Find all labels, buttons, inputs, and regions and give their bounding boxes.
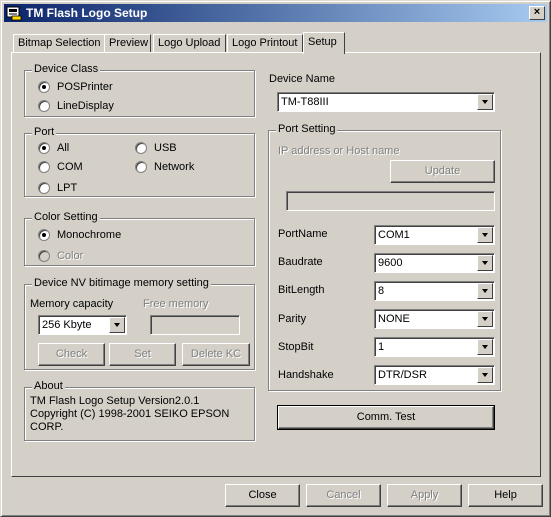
comm-test-button[interactable]: Comm. Test (277, 405, 495, 430)
apply-button[interactable]: Apply (387, 484, 462, 507)
free-memory-label: Free memory (143, 298, 209, 310)
chevron-down-icon[interactable] (477, 255, 493, 271)
tab-logo-printout[interactable]: Logo Printout (227, 34, 303, 53)
portname-label: PortName (278, 228, 328, 240)
about-group: About TM Flash Logo Setup Version2.0.1 C… (24, 380, 255, 441)
radio-port-lpt[interactable] (38, 182, 50, 194)
port-title: Port (32, 126, 57, 138)
radio-port-com[interactable] (38, 161, 50, 173)
portname-value: COM1 (378, 229, 410, 241)
memory-capacity-select[interactable]: 256 Kbyte (38, 315, 127, 335)
chevron-down-icon[interactable] (477, 311, 493, 327)
port-setting-group: Port Setting IP address or Host name Upd… (268, 123, 501, 391)
set-button[interactable]: Set (109, 343, 176, 366)
tab-label: Logo Upload (158, 37, 221, 49)
tab-label: Setup (308, 36, 337, 48)
radio-port-all[interactable] (38, 142, 50, 154)
delete-kc-button[interactable]: Delete KC (182, 343, 250, 366)
chevron-down-icon[interactable] (477, 283, 493, 299)
free-memory-field (150, 315, 240, 335)
about-line-2: Copyright (C) 1998-2001 SEIKO EPSON (30, 408, 230, 420)
stopbit-label: StopBit (278, 341, 314, 353)
memory-capacity-label: Memory capacity (30, 298, 114, 310)
tab-label: Preview (109, 37, 149, 49)
device-name-label: Device Name (269, 73, 336, 85)
tab-bitmap-selection[interactable]: Bitmap Selection (13, 34, 105, 53)
ip-address-input[interactable] (286, 191, 495, 211)
window-title: TM Flash Logo Setup (26, 6, 148, 20)
radio-port-usb-label: USB (154, 142, 177, 154)
radio-port-network[interactable] (135, 161, 147, 173)
radio-monochrome[interactable] (38, 229, 50, 241)
radio-port-lpt-label: LPT (57, 182, 78, 194)
tab-label: Bitmap Selection (18, 37, 101, 49)
nv-memory-title: Device NV bitimage memory setting (32, 277, 211, 289)
check-button[interactable]: Check (38, 343, 105, 366)
chevron-down-icon[interactable] (477, 94, 493, 110)
chevron-down-icon[interactable] (477, 367, 493, 383)
bitlength-select[interactable]: 8 (374, 281, 495, 301)
stopbit-select[interactable]: 1 (374, 337, 495, 357)
radio-color[interactable] (38, 250, 50, 262)
radio-posprinter-label: POSPrinter (57, 81, 113, 93)
radio-linedisplay[interactable] (38, 100, 50, 112)
parity-value: NONE (378, 313, 410, 325)
close-window-button[interactable]: × (529, 6, 545, 20)
chevron-down-icon[interactable] (109, 317, 125, 333)
stopbit-value: 1 (378, 341, 385, 353)
about-line-3: CORP. (30, 421, 64, 433)
update-button[interactable]: Update (390, 160, 495, 183)
baudrate-label: Baudrate (278, 256, 323, 268)
tab-logo-upload[interactable]: Logo Upload (153, 34, 226, 53)
chevron-down-icon[interactable] (477, 339, 493, 355)
help-button[interactable]: Help (468, 484, 543, 507)
setup-panel: Device Class POSPrinter LineDisplay Port… (11, 52, 541, 477)
device-name-value: TM-T88III (281, 96, 329, 108)
tab-setup[interactable]: Setup (303, 32, 345, 54)
cancel-button[interactable]: Cancel (306, 484, 381, 507)
ip-address-label: IP address or Host name (278, 145, 400, 157)
port-setting-title: Port Setting (276, 123, 338, 135)
radio-linedisplay-label: LineDisplay (57, 100, 114, 112)
app-icon (6, 6, 22, 21)
tab-preview[interactable]: Preview (104, 34, 151, 53)
radio-posprinter[interactable] (38, 81, 50, 93)
nv-memory-group: Device NV bitimage memory setting Memory… (24, 277, 255, 370)
radio-port-network-label: Network (154, 161, 195, 173)
handshake-value: DTR/DSR (378, 369, 427, 381)
about-title: About (32, 380, 65, 392)
main-window: TM Flash Logo Setup × Bitmap Selection P… (0, 0, 551, 517)
about-line-1: TM Flash Logo Setup Version2.0.1 (30, 395, 200, 407)
close-button[interactable]: Close (225, 484, 300, 507)
radio-port-usb[interactable] (135, 142, 147, 154)
device-class-title: Device Class (32, 63, 101, 75)
baudrate-value: 9600 (378, 257, 403, 269)
radio-monochrome-label: Monochrome (57, 229, 122, 241)
port-group: Port All USB COM Network LPT (24, 126, 255, 197)
handshake-label: Handshake (278, 369, 334, 381)
portname-select[interactable]: COM1 (374, 225, 495, 245)
close-icon: × (533, 6, 541, 18)
chevron-down-icon[interactable] (477, 227, 493, 243)
color-setting-group: Color Setting Monochrome Color (24, 211, 255, 266)
device-name-select[interactable]: TM-T88III (277, 92, 495, 112)
parity-label: Parity (278, 313, 307, 325)
bitlength-label: BitLength (278, 284, 325, 296)
baudrate-select[interactable]: 9600 (374, 253, 495, 273)
device-class-group: Device Class POSPrinter LineDisplay (24, 63, 255, 117)
radio-port-all-label: All (57, 142, 70, 154)
radio-port-com-label: COM (57, 161, 83, 173)
parity-select[interactable]: NONE (374, 309, 495, 329)
bitlength-value: 8 (378, 285, 385, 297)
memory-capacity-value: 256 Kbyte (42, 319, 92, 331)
handshake-select[interactable]: DTR/DSR (374, 365, 495, 385)
title-bar[interactable]: TM Flash Logo Setup × (4, 4, 547, 22)
tab-label: Logo Printout (232, 37, 298, 49)
radio-color-label: Color (57, 250, 84, 262)
color-setting-title: Color Setting (32, 211, 100, 223)
